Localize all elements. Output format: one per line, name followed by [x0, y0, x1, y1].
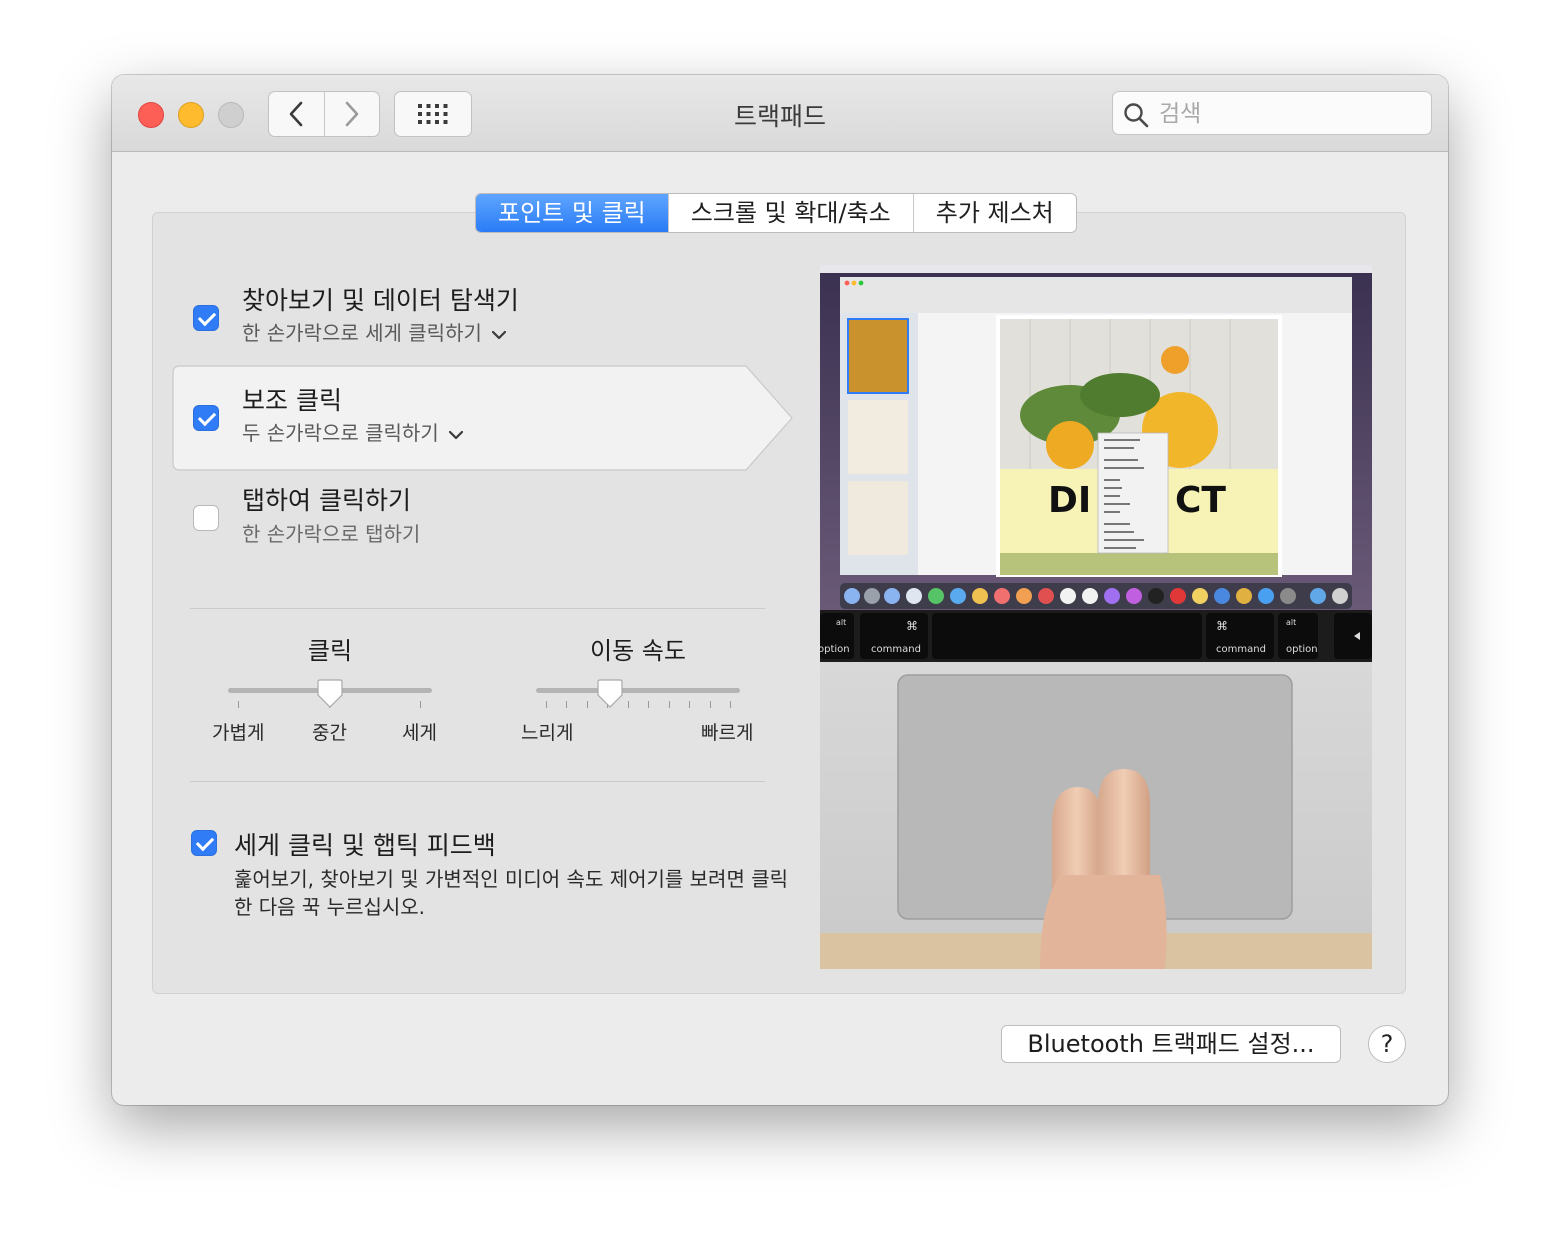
option-subtitle-menu[interactable]: 두 손가락으로 클릭하기 [242, 417, 463, 446]
slider-track [536, 688, 740, 693]
chevron-down-icon [491, 330, 506, 339]
search-field[interactable] [1112, 91, 1432, 135]
slider-tick [586, 701, 588, 708]
option-subtitle-menu[interactable]: 한 손가락으로 세게 클릭하기 [242, 317, 506, 346]
option-subtitle: 한 손가락으로 세게 클릭하기 [242, 321, 482, 345]
help-button[interactable]: ? [1368, 1025, 1406, 1063]
slider-tick [566, 701, 568, 708]
key-left-command-symbol: ⌘ [906, 619, 918, 633]
title-bar: 트랙패드 [112, 75, 1448, 152]
option-subtitle: 한 손가락으로 탭하기 [242, 522, 421, 546]
tab-point-and-click[interactable]: 포인트 및 클릭 [476, 194, 668, 232]
click-light-label: 가볍게 [212, 722, 265, 744]
key-left-option: option [820, 644, 850, 655]
force-click-checkbox[interactable] [193, 305, 219, 331]
speed-slider-label: 이동 속도 [590, 637, 686, 665]
option-title: 찾아보기 및 데이터 탐색기 [242, 286, 519, 315]
click-slider-knob[interactable] [317, 679, 343, 709]
screen-headline-left: DI [1048, 480, 1091, 521]
divider [190, 781, 765, 782]
key-right-alt: alt [1286, 618, 1296, 627]
gesture-preview-video: DI CT alt option ⌘ command ⌘ command alt… [820, 265, 1372, 969]
option-title: 탭하여 클릭하기 [242, 486, 411, 515]
preferences-window: 트랙패드 포인트 및 클릭 스크롤 및 확대/축소 추가 제스처 찾아보기 및 … [112, 75, 1448, 1105]
haptic-description: 훑어보기, 찾아보기 및 가변적인 미디어 속도 제어기를 보려면 클릭한 다음… [234, 867, 789, 919]
slider-tick [546, 701, 547, 708]
key-right-command: command [1216, 644, 1266, 655]
slider-tick [238, 701, 239, 708]
click-slider-label: 클릭 [307, 637, 353, 665]
click-medium-label: 중간 [312, 722, 347, 744]
key-left-alt: alt [836, 618, 846, 627]
speed-fast-label: 빠르게 [701, 722, 754, 744]
key-right-option: option [1286, 644, 1318, 655]
slider-tick [668, 701, 670, 708]
slider-tick [709, 701, 711, 708]
key-right-command-symbol: ⌘ [1216, 619, 1228, 633]
option-subtitle: 두 손가락으로 클릭하기 [242, 421, 439, 445]
slider-tick [648, 701, 650, 708]
secondary-click-checkbox[interactable] [193, 405, 219, 431]
slider-tick [730, 701, 731, 708]
haptic-title: 세게 클릭 및 햅틱 피드백 [234, 831, 496, 860]
preview-illustration: DI CT alt option ⌘ command ⌘ command alt… [820, 265, 1372, 969]
haptic-feedback-checkbox[interactable] [191, 830, 217, 856]
click-firm-label: 세게 [402, 722, 437, 744]
slider-tick [420, 701, 421, 708]
tab-more-gestures[interactable]: 추가 제스처 [912, 194, 1076, 232]
speed-slow-label: 느리게 [521, 722, 574, 744]
speed-slider-knob[interactable] [597, 679, 623, 709]
slider-tick [627, 701, 629, 708]
tap-to-click-checkbox[interactable] [193, 505, 219, 531]
slider-tick [689, 701, 691, 708]
key-left-command: command [871, 644, 921, 655]
search-icon [1124, 103, 1149, 128]
option-title: 보조 클릭 [242, 386, 342, 415]
chevron-down-icon [448, 430, 463, 439]
bluetooth-trackpad-setup-button[interactable]: Bluetooth 트랙패드 설정... [1001, 1025, 1341, 1063]
tab-bar: 포인트 및 클릭 스크롤 및 확대/축소 추가 제스처 [475, 193, 1077, 233]
divider [190, 608, 765, 609]
tab-scroll-and-zoom[interactable]: 스크롤 및 확대/축소 [667, 194, 913, 232]
search-input[interactable] [1157, 98, 1421, 130]
screen-headline-right: CT [1175, 480, 1226, 521]
